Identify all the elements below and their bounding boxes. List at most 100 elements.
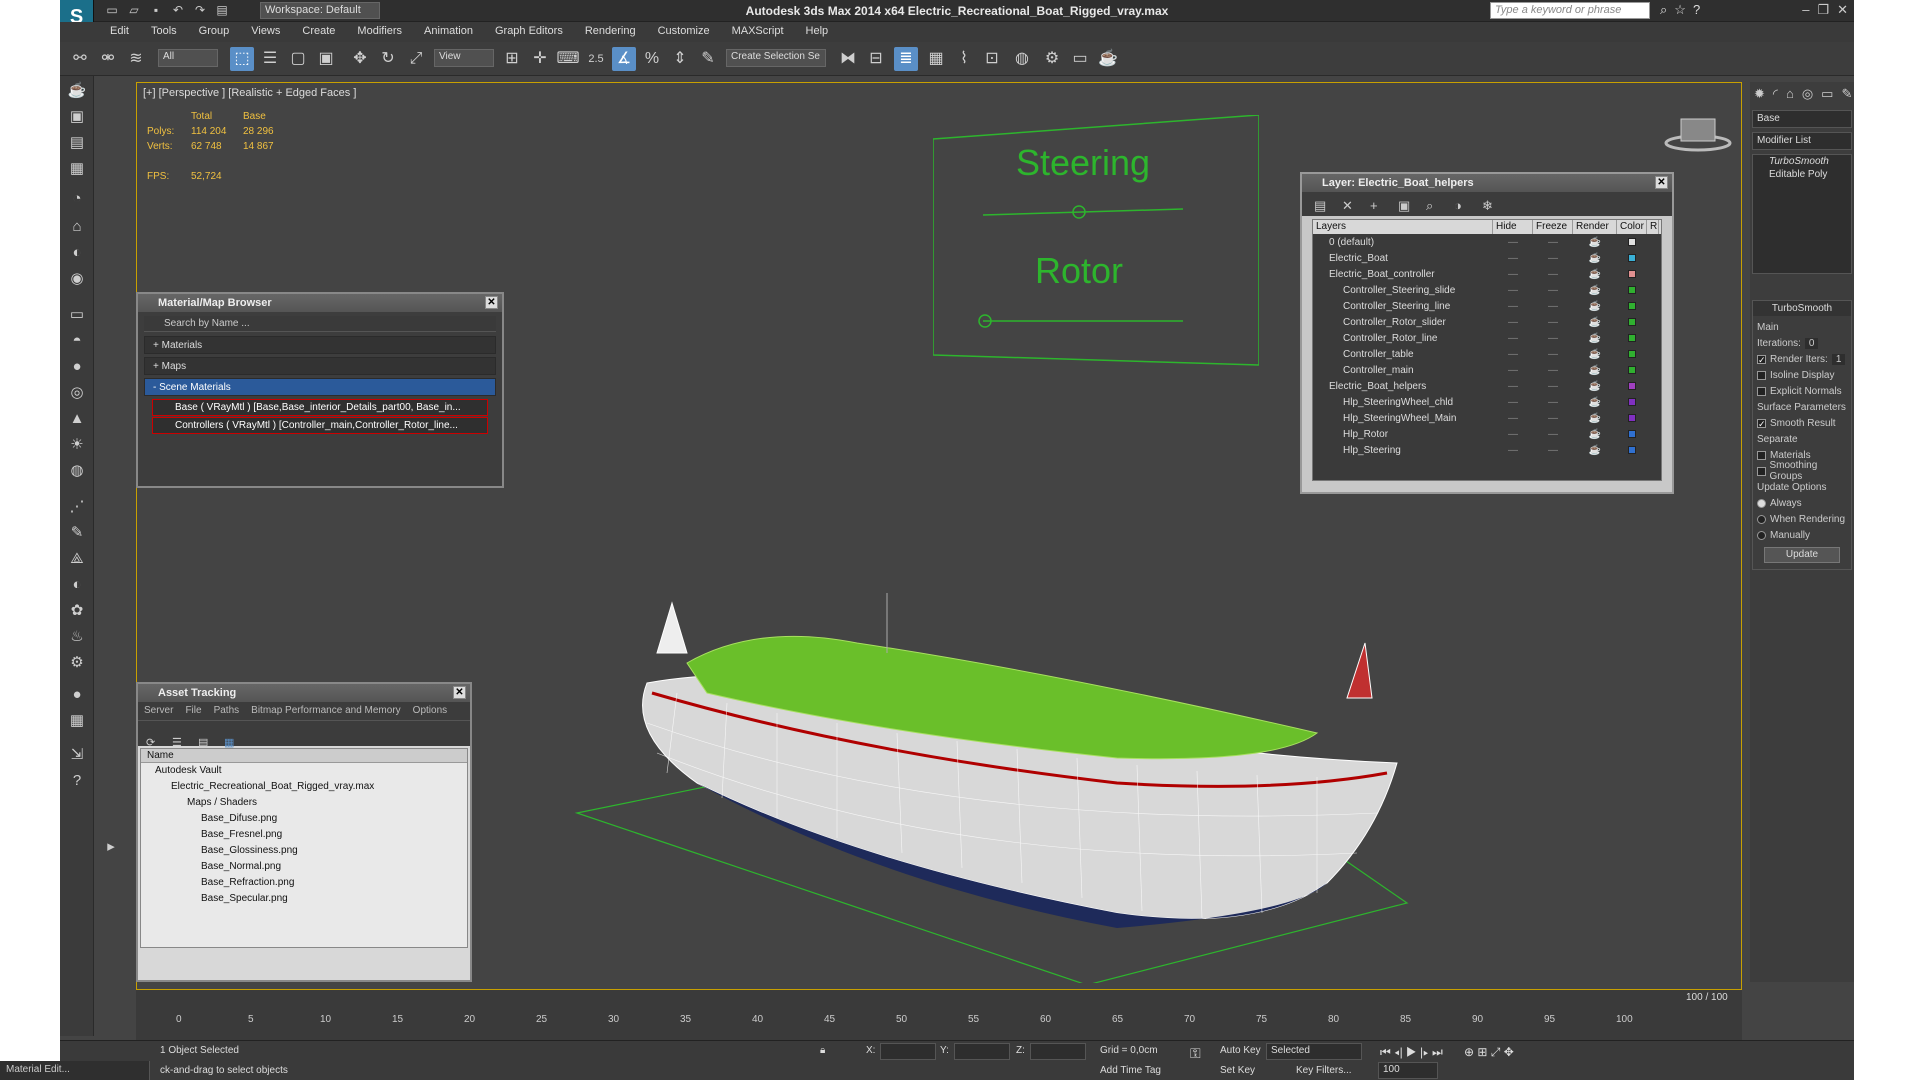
- helper-icon[interactable]: ◐: [66, 242, 88, 264]
- snaps-toggle[interactable]: 2.5: [584, 47, 608, 71]
- controller-rig[interactable]: Steering Rotor: [933, 115, 1259, 375]
- render-toggle-icon[interactable]: ☕: [1573, 381, 1617, 392]
- angle-snap-icon[interactable]: ∡: [612, 47, 636, 71]
- expand-icon[interactable]: ▸: [100, 836, 122, 858]
- layer-row[interactable]: Electric_Boat_controller — — ☕: [1313, 266, 1661, 282]
- y-coordinate-field[interactable]: [954, 1043, 1010, 1060]
- close-icon[interactable]: ✕: [485, 296, 498, 309]
- layer-color[interactable]: [1617, 270, 1647, 278]
- freeze-toggle[interactable]: —: [1533, 253, 1573, 264]
- select-object-icon[interactable]: ⬚: [230, 47, 254, 71]
- hide-toggle[interactable]: —: [1493, 397, 1533, 408]
- asset-row[interactable]: Autodesk Vault: [141, 763, 467, 779]
- freeze-toggle[interactable]: —: [1533, 333, 1573, 344]
- minimize-icon[interactable]: –: [1802, 2, 1809, 18]
- scene-materials-section[interactable]: - Scene Materials: [144, 378, 496, 396]
- layer-row[interactable]: Hlp_SteeringWheel_Main — — ☕: [1313, 410, 1661, 426]
- grid-icon[interactable]: ▦: [66, 158, 88, 180]
- scale-icon[interactable]: ⤢: [404, 47, 428, 71]
- material-search-input[interactable]: Search by Name ...: [144, 316, 496, 332]
- rotate-icon[interactable]: ↻: [376, 47, 400, 71]
- iterations-input[interactable]: 0: [1804, 337, 1819, 349]
- hide-column[interactable]: Hide: [1493, 220, 1533, 234]
- render-toggle-icon[interactable]: ☕: [1573, 269, 1617, 280]
- turbosmooth-header[interactable]: TurboSmooth: [1753, 301, 1851, 316]
- freeze-toggle[interactable]: —: [1533, 285, 1573, 296]
- align-icon[interactable]: ⊟: [864, 47, 888, 71]
- hide-toggle[interactable]: —: [1493, 253, 1533, 264]
- render-toggle-icon[interactable]: ☕: [1573, 349, 1617, 360]
- explicit-normals-checkbox[interactable]: [1757, 386, 1766, 396]
- color-swatch[interactable]: [1628, 286, 1636, 294]
- cylinder-icon[interactable]: ◓: [66, 330, 88, 352]
- freeze-toggle[interactable]: —: [1533, 269, 1573, 280]
- teapot-icon[interactable]: ☕: [66, 80, 88, 102]
- bind-space-warp-icon[interactable]: ≋: [124, 47, 148, 71]
- particles-icon[interactable]: ⋰: [66, 496, 88, 518]
- hierarchy-tab-icon[interactable]: ⌂: [1786, 86, 1794, 102]
- material-item[interactable]: Base ( VRayMtl ) [Base,Base_interior_Det…: [152, 399, 488, 416]
- hide-toggle[interactable]: —: [1493, 237, 1533, 248]
- always-radio[interactable]: [1757, 498, 1766, 508]
- smoothing-groups-checkbox[interactable]: [1757, 466, 1766, 476]
- render-column[interactable]: Render: [1573, 220, 1617, 234]
- freeze-toggle[interactable]: —: [1533, 429, 1573, 440]
- layer-color[interactable]: [1617, 414, 1647, 422]
- plant-icon[interactable]: ✿: [66, 600, 88, 622]
- freeze-toggle[interactable]: —: [1533, 317, 1573, 328]
- keyword-search-input[interactable]: Type a keyword or phrase: [1490, 2, 1650, 19]
- update-button[interactable]: Update: [1764, 547, 1840, 563]
- layer-color[interactable]: [1617, 318, 1647, 326]
- render-toggle-icon[interactable]: ☕: [1573, 285, 1617, 296]
- render-toggle-icon[interactable]: ☕: [1573, 413, 1617, 424]
- unlink-icon[interactable]: ⚮: [96, 47, 120, 71]
- layer-color[interactable]: [1617, 446, 1647, 454]
- freeze-toggle[interactable]: —: [1533, 397, 1573, 408]
- maps-section[interactable]: + Maps: [144, 357, 496, 375]
- select-objects-icon[interactable]: ▣: [1398, 198, 1410, 214]
- modifier-list-dropdown[interactable]: Modifier List: [1752, 132, 1852, 150]
- hide-toggle[interactable]: —: [1493, 381, 1533, 392]
- render-toggle-icon[interactable]: ☕: [1573, 333, 1617, 344]
- menu-animation[interactable]: Animation: [424, 25, 473, 37]
- material-editor-taskbar-tab[interactable]: Material Edit...: [0, 1061, 150, 1080]
- layer-row[interactable]: Electric_Boat_helpers — — ☕: [1313, 378, 1661, 394]
- close-icon[interactable]: ✕: [1655, 176, 1668, 189]
- paint-icon[interactable]: ✎: [66, 522, 88, 544]
- render-iters-checkbox[interactable]: [1757, 354, 1766, 364]
- menu-group[interactable]: Group: [199, 25, 230, 37]
- settings-icon[interactable]: ⚙: [66, 652, 88, 674]
- render-iters-input[interactable]: 1: [1831, 353, 1846, 365]
- display-tab-icon[interactable]: ▭: [1821, 86, 1833, 102]
- layer-color[interactable]: [1617, 366, 1647, 374]
- highlight-layer-icon[interactable]: ⌕: [1426, 198, 1433, 214]
- pivot-center-icon[interactable]: ⊞: [500, 47, 524, 71]
- rendered-frame-window-icon[interactable]: ▭: [1068, 47, 1092, 71]
- color-swatch[interactable]: [1628, 238, 1636, 246]
- hide-toggle[interactable]: —: [1493, 301, 1533, 312]
- freeze-toggle[interactable]: —: [1533, 349, 1573, 360]
- motion-tab-icon[interactable]: ◎: [1802, 86, 1813, 102]
- keyboard-shortcut-icon[interactable]: ⌨: [556, 47, 580, 71]
- viewcube-icon[interactable]: [1663, 113, 1733, 153]
- restore-icon[interactable]: ❐: [1817, 2, 1829, 18]
- freeze-toggle[interactable]: —: [1533, 301, 1573, 312]
- menu-maxscript[interactable]: MAXScript: [732, 25, 784, 37]
- render-toggle-icon[interactable]: ☕: [1573, 317, 1617, 328]
- info-icon[interactable]: ?: [66, 770, 88, 792]
- layer-color[interactable]: [1617, 254, 1647, 262]
- create-tab-icon[interactable]: ✹: [1754, 86, 1765, 102]
- timeline-ticks[interactable]: 0 5 10 15 20 25 30 35 40 45 50 55 60 65 70 75 80 85 90 95 10…: [176, 1014, 1656, 1040]
- edit-named-selection-icon[interactable]: ✎: [696, 47, 720, 71]
- sun-icon[interactable]: ☀: [66, 434, 88, 456]
- auto-key-button[interactable]: Auto Key: [1220, 1045, 1261, 1056]
- asset-menu-item[interactable]: Server: [144, 705, 173, 717]
- close-icon[interactable]: ✕: [453, 686, 466, 699]
- close-icon[interactable]: ✕: [1837, 2, 1848, 18]
- select-by-name-icon[interactable]: ☰: [258, 47, 282, 71]
- freeze-toggle[interactable]: —: [1533, 381, 1573, 392]
- layer-color[interactable]: [1617, 238, 1647, 246]
- cone-icon[interactable]: ▲: [66, 408, 88, 430]
- asset-menu-item[interactable]: Options: [413, 705, 447, 717]
- layer-color[interactable]: [1617, 334, 1647, 342]
